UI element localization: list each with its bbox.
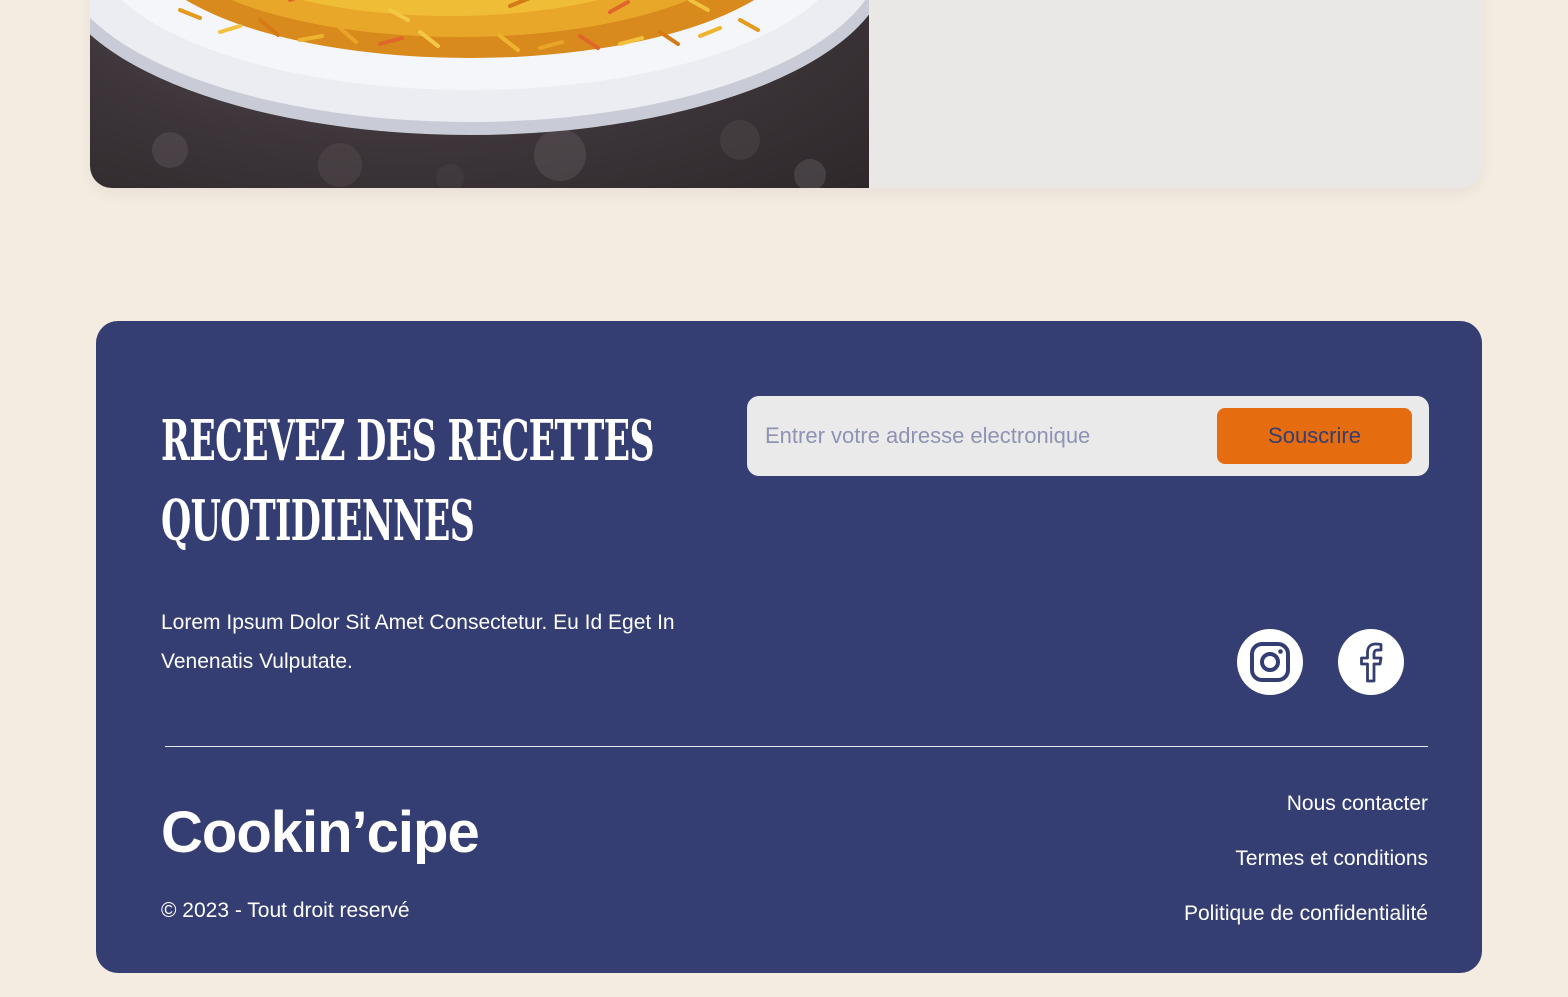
facebook-link[interactable]	[1338, 629, 1404, 695]
newsletter-title: Recevez des recettes quotidiennes	[161, 401, 655, 561]
instagram-icon	[1250, 642, 1290, 682]
copyright-text: © 2023 - Tout droit reservé	[161, 899, 410, 922]
footer-link-contact[interactable]: Nous contacter	[1184, 791, 1428, 816]
newsletter-description: Lorem Ipsum Dolor Sit Amet Consectetur. …	[161, 611, 675, 673]
footer-link-privacy[interactable]: Politique de confidentialité	[1184, 901, 1428, 926]
brand-logo[interactable]: Cookin’cipe	[161, 799, 480, 866]
site-footer: Recevez des recettes quotidiennes Souscr…	[96, 321, 1482, 973]
newsletter-title-line2: quotidiennes	[161, 488, 475, 554]
footer-links: Nous contacter Termes et conditions Poli…	[1184, 791, 1428, 926]
newsletter-form: Souscrire	[747, 396, 1429, 476]
footer-link-terms[interactable]: Termes et conditions	[1184, 846, 1428, 871]
recipe-card-content	[869, 0, 1482, 188]
facebook-icon	[1360, 642, 1383, 683]
instagram-link[interactable]	[1237, 629, 1303, 695]
subscribe-button[interactable]: Souscrire	[1217, 408, 1412, 464]
recipe-image	[90, 0, 869, 188]
plate-of-rice-illustration	[90, 0, 869, 188]
social-links	[1237, 629, 1404, 695]
newsletter-title-line1: Recevez des recettes	[161, 408, 655, 474]
email-input[interactable]	[765, 396, 1217, 476]
recipe-card	[90, 0, 1482, 188]
footer-divider	[165, 746, 1428, 747]
